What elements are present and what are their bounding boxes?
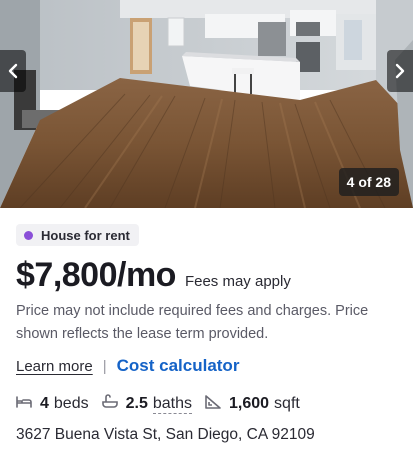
bath-icon xyxy=(101,394,126,414)
price-links: Learn more | Cost calculator xyxy=(16,356,239,376)
baths-count: 2.5 xyxy=(125,395,148,412)
price-row: $7,800/mo Fees may apply xyxy=(16,256,291,295)
price-disclaimer: Price may not include required fees and … xyxy=(16,303,369,342)
ruler-triangle-icon xyxy=(205,394,229,414)
chevron-right-icon xyxy=(394,63,406,79)
baths-label: baths xyxy=(152,394,192,414)
link-separator: | xyxy=(102,357,107,375)
listing-type-label: House for rent xyxy=(41,227,130,243)
baths-fact[interactable]: 2.5 baths xyxy=(101,394,192,414)
listing-type-badge: House for rent xyxy=(16,224,139,246)
home-facts: 4 beds 2.5 baths 1,600 sqft xyxy=(16,394,300,414)
bed-icon xyxy=(16,395,40,414)
rent-price: $7,800/mo xyxy=(16,256,176,294)
cost-calculator-link[interactable]: Cost calculator xyxy=(117,356,240,376)
fees-note: Fees may apply xyxy=(184,273,291,290)
previous-photo-button[interactable] xyxy=(0,50,26,92)
beds-label: beds xyxy=(53,395,89,412)
beds-count: 4 xyxy=(40,395,49,412)
status-dot xyxy=(24,230,33,240)
sqft-label: sqft xyxy=(274,395,300,412)
beds-fact: 4 beds xyxy=(16,395,89,414)
next-photo-button[interactable] xyxy=(387,50,413,92)
sqft-value: 1,600 xyxy=(229,395,270,412)
sqft-fact: 1,600 sqft xyxy=(205,394,300,414)
listing-photo[interactable]: 4 of 28 xyxy=(0,0,413,208)
learn-more-link[interactable]: Learn more xyxy=(16,358,93,375)
property-address: 3627 Buena Vista St, San Diego, CA 92109 xyxy=(16,426,315,443)
photo-counter: 4 of 28 xyxy=(338,168,399,196)
chevron-left-icon xyxy=(7,63,19,79)
